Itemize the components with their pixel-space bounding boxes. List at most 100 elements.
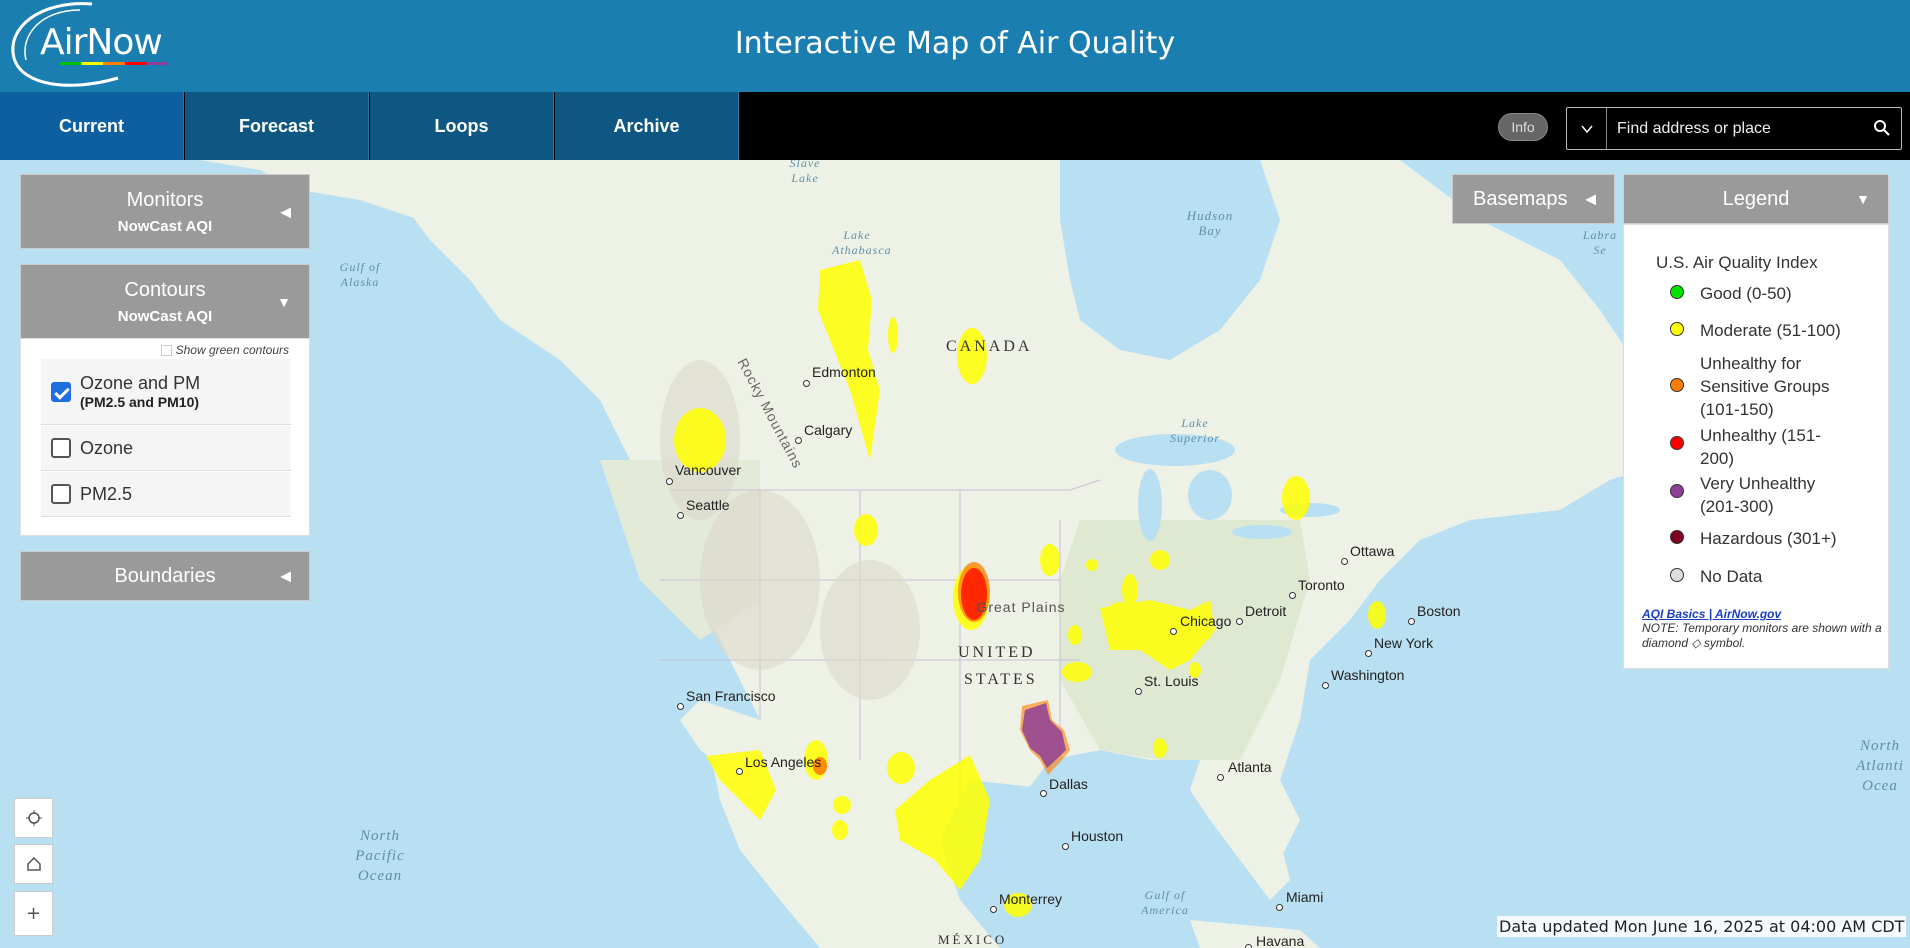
monitors-subtitle: NowCast AQI: [117, 218, 213, 235]
aqi-usg-swatch: [1670, 378, 1684, 392]
expand-down-icon: ▼: [1856, 191, 1870, 207]
logo-aqi-bar: [60, 62, 168, 65]
legend-label: Good (0-50): [1700, 284, 1792, 303]
boundaries-panel-header[interactable]: Boundaries ◀: [20, 551, 310, 601]
city-marker[interactable]: [1040, 790, 1047, 797]
city-label: San Francisco: [686, 688, 776, 704]
tab-forecast[interactable]: Forecast: [185, 92, 369, 160]
legend-item: No Data: [1670, 565, 1880, 588]
city-label: Ottawa: [1350, 543, 1395, 559]
city-marker[interactable]: [677, 512, 684, 519]
city-label: Seattle: [686, 497, 730, 513]
city-marker[interactable]: [1170, 628, 1177, 635]
label-slave-lake: Slave Lake: [789, 160, 821, 185]
label-hudson-bay: Hudson Bay: [1186, 208, 1234, 238]
locate-button[interactable]: [14, 798, 53, 838]
legend-note: NOTE: Temporary monitors are shown with …: [1642, 621, 1882, 650]
label-gulf-america: Gulf of America: [1141, 888, 1189, 917]
city-label: Boston: [1417, 603, 1461, 619]
legend-item: Very Unhealthy (201-300): [1670, 472, 1840, 518]
legend-header: Legend: [1722, 188, 1790, 210]
option-ozone[interactable]: Ozone: [41, 426, 291, 471]
collapse-left-icon: ◀: [280, 203, 291, 219]
legend-panel-header[interactable]: Legend ▼: [1623, 174, 1889, 224]
aqi-moderate-swatch: [1670, 322, 1684, 336]
city-marker[interactable]: [1062, 843, 1069, 850]
tab-current[interactable]: Current: [0, 92, 184, 160]
option-pm25[interactable]: PM2.5: [41, 472, 291, 517]
city-marker[interactable]: [1408, 618, 1415, 625]
city-marker[interactable]: [677, 703, 684, 710]
search-icon[interactable]: [1873, 119, 1891, 137]
legend-item: Moderate (51-100): [1670, 319, 1880, 342]
label-lake-athabasca: Lake Athabasca: [832, 228, 892, 257]
city-marker[interactable]: [1341, 558, 1348, 565]
plus-icon: +: [25, 903, 42, 924]
info-button[interactable]: Info: [1498, 113, 1548, 141]
contours-panel-body: Show green contours Ozone and PM (PM2.5 …: [20, 338, 310, 536]
city-marker[interactable]: [736, 768, 743, 775]
green-contours-checkbox[interactable]: [160, 344, 172, 356]
data-updated-status: Data updated Mon June 16, 2025 at 04:00 …: [1497, 916, 1907, 937]
contours-title: Contours: [124, 279, 206, 301]
search-source-dropdown[interactable]: [1567, 108, 1607, 149]
label-gulf-alaska: Gulf of Alaska: [339, 260, 381, 289]
crosshair-icon: [25, 810, 42, 826]
option-ozone-pm[interactable]: Ozone and PM (PM2.5 and PM10): [41, 359, 291, 425]
monitors-title: Monitors: [126, 189, 204, 211]
aqi-basics-link[interactable]: AQI Basics | AirNow.gov: [1642, 607, 1781, 621]
legend-label: No Data: [1700, 567, 1763, 586]
ozone-label: Ozone: [80, 437, 134, 458]
city-label: Atlanta: [1228, 759, 1272, 775]
collapse-left-icon: ◀: [280, 567, 291, 584]
city-label: Chicago: [1180, 613, 1232, 629]
city-marker[interactable]: [1276, 904, 1283, 911]
legend-item: Good (0-50): [1670, 282, 1880, 305]
city-marker[interactable]: [1365, 650, 1372, 657]
label-mexico: MÉXICO: [938, 932, 1008, 947]
contours-panel-header[interactable]: Contours NowCast AQI ▼: [20, 264, 310, 339]
ozone-pm-label: Ozone and PM: [80, 373, 201, 393]
city-marker[interactable]: [666, 478, 673, 485]
aqi-unhealthy-swatch: [1670, 436, 1684, 450]
city-label: Havana: [1256, 933, 1305, 948]
label-us-line2: STATES: [964, 671, 1038, 688]
city-label: Vancouver: [675, 462, 741, 478]
legend-label: Moderate (51-100): [1700, 321, 1841, 340]
aqi-very-unhealthy-swatch: [1670, 484, 1684, 498]
city-marker[interactable]: [1289, 592, 1296, 599]
expand-down-icon: ▼: [277, 293, 291, 310]
tab-loops[interactable]: Loops: [370, 92, 554, 160]
city-label: Toronto: [1298, 577, 1345, 593]
legend-panel-body: U.S. Air Quality Index Good (0-50) Moder…: [1623, 224, 1889, 669]
search-input[interactable]: [1609, 108, 1859, 149]
city-marker[interactable]: [1217, 774, 1224, 781]
city-marker[interactable]: [1245, 944, 1252, 948]
city-marker[interactable]: [1322, 682, 1329, 689]
legend-title: U.S. Air Quality Index: [1656, 253, 1818, 272]
ozone-pm-sublabel: (PM2.5 and PM10): [80, 394, 200, 410]
city-marker[interactable]: [803, 380, 810, 387]
tab-archive[interactable]: Archive: [555, 92, 739, 160]
label-great-plains: Great Plains: [976, 599, 1066, 615]
legend-label: Unhealthy (151-200): [1700, 426, 1821, 468]
city-marker[interactable]: [1236, 618, 1243, 625]
legend-label: Very Unhealthy (201-300): [1700, 474, 1816, 516]
contours-subtitle: NowCast AQI: [117, 308, 213, 325]
basemaps-panel-header[interactable]: Basemaps ◀: [1452, 174, 1615, 224]
page-title: Interactive Map of Air Quality: [734, 26, 1176, 61]
monitors-panel-header[interactable]: Monitors NowCast AQI ◀: [20, 174, 310, 249]
green-contours-toggle[interactable]: Show green contours: [160, 343, 289, 357]
ozone-checkbox[interactable]: [51, 438, 71, 458]
city-label: Detroit: [1245, 603, 1287, 619]
zoom-in-button[interactable]: +: [14, 891, 53, 936]
label-labrador: Labra Se: [1582, 228, 1618, 257]
city-marker[interactable]: [990, 906, 997, 913]
ozone-pm-checkbox[interactable]: [51, 381, 71, 402]
aqi-nodata-swatch: [1670, 568, 1684, 582]
pm25-checkbox[interactable]: [51, 484, 71, 504]
home-button[interactable]: [14, 844, 53, 884]
city-marker[interactable]: [795, 437, 802, 444]
city-label: Calgary: [804, 422, 853, 438]
city-marker[interactable]: [1135, 688, 1142, 695]
